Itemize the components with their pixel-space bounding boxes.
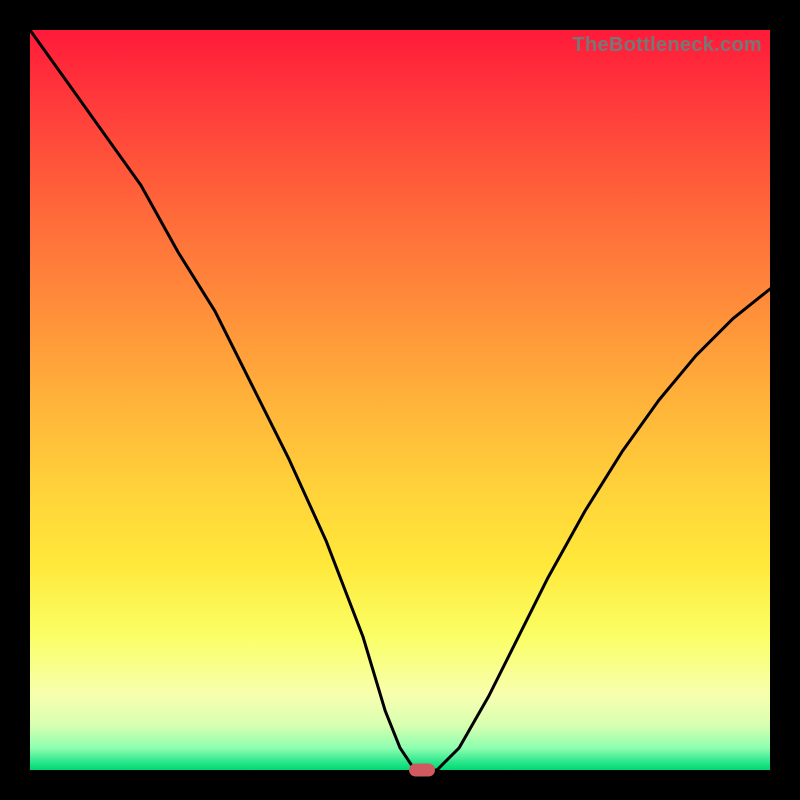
optimum-marker [409, 764, 435, 777]
bottleneck-curve [30, 30, 770, 770]
curve-path [30, 30, 770, 770]
chart-frame: TheBottleneck.com [0, 0, 800, 800]
plot-area: TheBottleneck.com [30, 30, 770, 770]
